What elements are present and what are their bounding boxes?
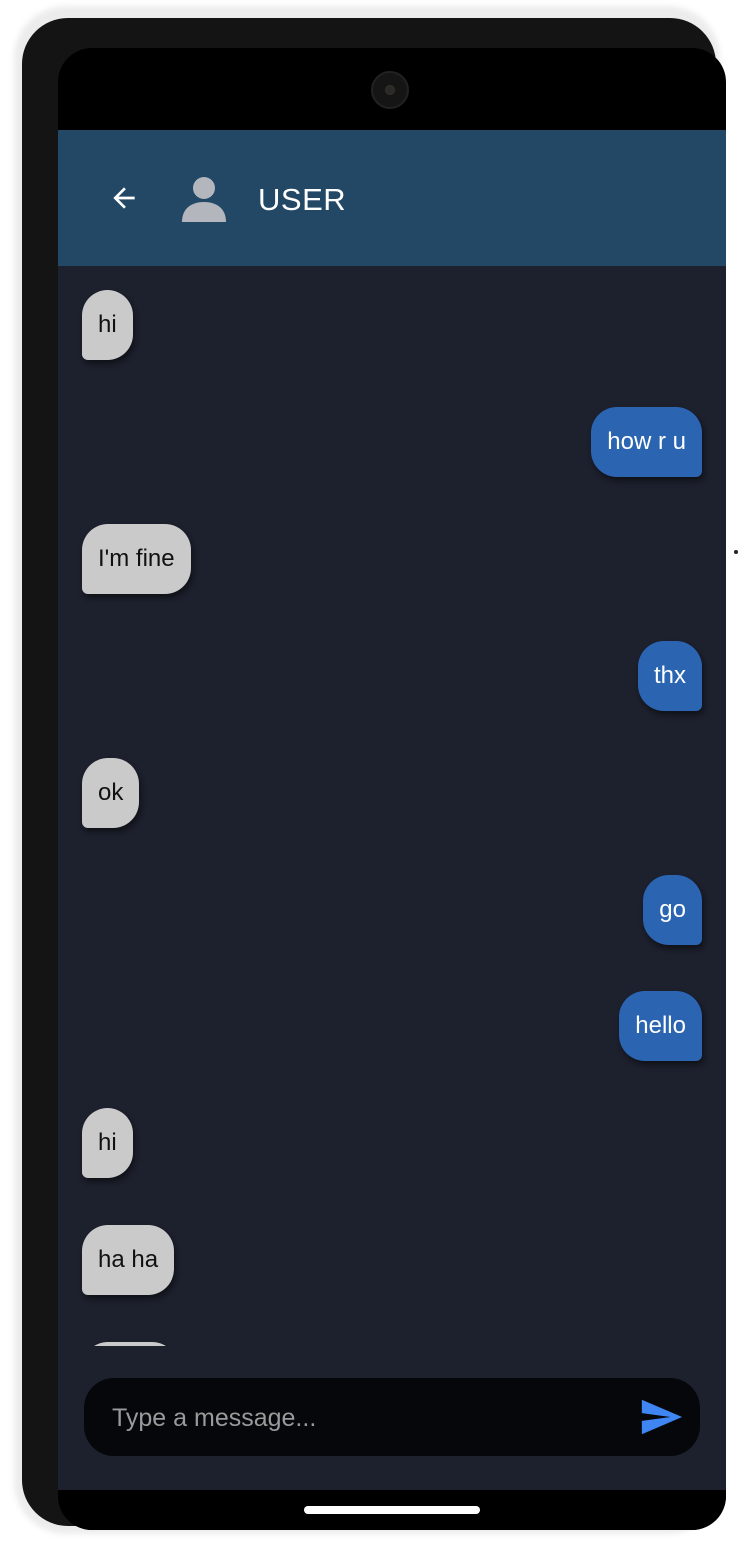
incoming-message[interactable]: ok xyxy=(82,758,140,828)
incoming-message[interactable]: hi xyxy=(82,290,133,360)
message-input-container xyxy=(84,1378,700,1456)
message-input[interactable] xyxy=(110,1396,614,1440)
app-bar: USER xyxy=(58,130,726,266)
composer-bar xyxy=(58,1346,726,1490)
incoming-message[interactable]: ha ha xyxy=(82,1225,175,1295)
back-button[interactable] xyxy=(102,176,146,220)
home-indicator[interactable] xyxy=(304,1506,480,1514)
send-icon xyxy=(641,1399,683,1435)
person-icon xyxy=(182,177,226,222)
incoming-message[interactable]: I'm fine xyxy=(82,524,191,594)
outgoing-message[interactable]: thx xyxy=(637,641,702,711)
outgoing-message[interactable]: go xyxy=(643,875,702,945)
front-camera xyxy=(371,71,409,109)
background-speck xyxy=(734,550,738,554)
phone-frame: USER hi how r u I'm fine thx ok go hello… xyxy=(22,18,726,1530)
system-nav-bar xyxy=(58,1490,726,1530)
outgoing-message[interactable]: how r u xyxy=(591,407,702,477)
incoming-message[interactable]: hi xyxy=(82,1108,133,1178)
outgoing-message[interactable]: hello xyxy=(619,991,702,1061)
send-button[interactable] xyxy=(636,1394,686,1440)
phone-screen: USER hi how r u I'm fine thx ok go hello… xyxy=(58,48,726,1530)
message-list[interactable]: hi how r u I'm fine thx ok go hello hi h… xyxy=(58,266,726,1346)
avatar[interactable] xyxy=(180,176,228,222)
chat-title: USER xyxy=(258,182,347,217)
arrow-left-icon xyxy=(113,187,135,209)
